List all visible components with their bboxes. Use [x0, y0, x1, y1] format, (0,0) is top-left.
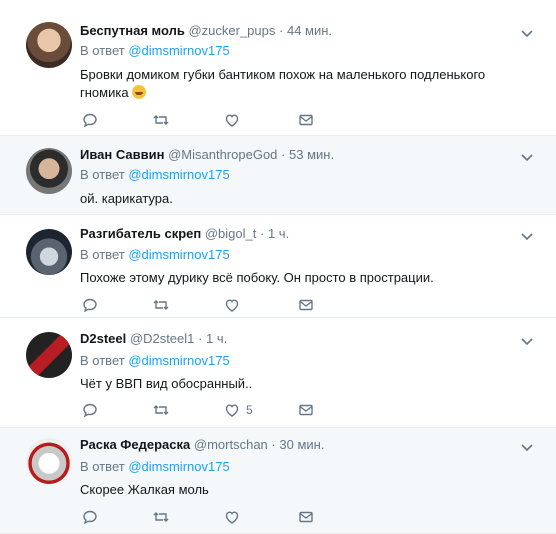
display-name[interactable]: Беспутная моль — [80, 23, 185, 38]
tweet-text: Чёт у ВВП вид обосранный.. — [80, 376, 253, 391]
timestamp[interactable]: 1 ч. — [268, 226, 289, 241]
reply-icon — [83, 510, 97, 525]
separator-dot: · — [260, 226, 265, 241]
retweet-button[interactable] — [152, 110, 170, 130]
separator-dot: · — [279, 23, 284, 38]
retweet-button[interactable] — [152, 295, 170, 315]
retweet-button[interactable] — [152, 507, 170, 527]
direct-message-icon — [299, 511, 313, 523]
like-icon — [225, 299, 239, 312]
user-handle[interactable]: @bigol_t — [205, 226, 257, 241]
user-handle[interactable]: @D2steel1 — [130, 331, 195, 346]
display-name[interactable]: Разгибатель скреп — [80, 226, 201, 241]
display-name[interactable]: Раска Федераска — [80, 437, 190, 452]
tweet-header: Раска Федераска @mortschan · 30 мин. — [80, 436, 324, 454]
tweet[interactable]: D2steel @D2steel1 · 1 ч. В ответ @dimsmi… — [0, 318, 556, 428]
direct-message-button[interactable] — [298, 295, 314, 315]
tweet[interactable]: Беспутная моль @zucker_pups · 44 мин. В … — [0, 0, 556, 136]
reply-prefix: В ответ — [80, 459, 125, 474]
reply-prefix: В ответ — [80, 43, 125, 58]
user-handle[interactable]: @MisanthropeGod — [168, 147, 277, 162]
user-handle[interactable]: @zucker_pups — [188, 23, 275, 38]
reply-context: В ответ @dimsmirnov175 — [80, 458, 230, 476]
reply-mention[interactable]: @dimsmirnov175 — [128, 167, 229, 182]
like-icon — [225, 511, 239, 524]
reply-mention[interactable]: @dimsmirnov175 — [128, 353, 229, 368]
retweet-icon — [153, 115, 169, 125]
direct-message-icon — [299, 299, 313, 311]
chevron-down-icon[interactable] — [520, 229, 534, 243]
reply-prefix: В ответ — [80, 247, 125, 262]
tweet-feed: Беспутная моль @zucker_pups · 44 мин. В … — [0, 0, 556, 534]
timestamp[interactable]: 53 мин. — [289, 147, 334, 162]
tweet-header: D2steel @D2steel1 · 1 ч. — [80, 330, 227, 348]
reply-icon — [83, 298, 97, 313]
tweet-text: Скорее Жалкая моль — [80, 482, 209, 497]
reply-button[interactable] — [82, 507, 98, 527]
retweet-icon — [153, 405, 169, 415]
laughing-crying-emoji — [132, 85, 147, 99]
tweet[interactable]: Разгибатель скреп @bigol_t · 1 ч. В отве… — [0, 215, 556, 318]
like-button[interactable] — [224, 295, 246, 315]
like-count: 5 — [246, 403, 253, 417]
separator-dot: · — [281, 147, 286, 162]
reply-mention[interactable]: @dimsmirnov175 — [128, 43, 229, 58]
separator-dot: · — [271, 437, 276, 452]
chevron-down-icon[interactable] — [520, 26, 534, 40]
tweet-header: Беспутная моль @zucker_pups · 44 мин. — [80, 22, 332, 40]
reply-prefix: В ответ — [80, 167, 125, 182]
chevron-down-icon[interactable] — [520, 440, 534, 454]
user-handle[interactable]: @mortschan — [194, 437, 268, 452]
direct-message-icon — [299, 114, 313, 126]
timestamp[interactable]: 1 ч. — [206, 331, 227, 346]
reply-button[interactable] — [82, 400, 98, 420]
display-name[interactable]: Иван Саввин — [80, 147, 164, 162]
reply-mention[interactable]: @dimsmirnov175 — [128, 459, 229, 474]
like-icon — [225, 114, 239, 127]
avatar[interactable] — [26, 22, 72, 68]
tweet-text: Бровки домиком губки бантиком похож на м… — [80, 66, 500, 102]
avatar[interactable] — [26, 148, 72, 194]
timestamp[interactable]: 44 мин. — [287, 23, 332, 38]
avatar[interactable] — [26, 438, 72, 484]
direct-message-button[interactable] — [298, 400, 314, 420]
reply-button[interactable] — [82, 110, 98, 130]
chevron-down-icon[interactable] — [520, 150, 534, 164]
reply-mention[interactable]: @dimsmirnov175 — [128, 247, 229, 262]
retweet-button[interactable] — [152, 400, 170, 420]
reply-prefix: В ответ — [80, 353, 125, 368]
direct-message-button[interactable] — [298, 110, 314, 130]
tweet-header: Разгибатель скреп @bigol_t · 1 ч. — [80, 225, 289, 243]
like-button[interactable]: 5 — [224, 400, 253, 420]
reply-context: В ответ @dimsmirnov175 — [80, 246, 230, 264]
tweet-header: Иван Саввин @MisanthropeGod · 53 мин. — [80, 146, 334, 164]
reply-icon — [83, 113, 97, 128]
retweet-icon — [153, 300, 169, 310]
direct-message-button[interactable] — [298, 507, 314, 527]
tweet-text: ой. карикатура. — [80, 191, 173, 206]
direct-message-icon — [299, 404, 313, 416]
reply-context: В ответ @dimsmirnov175 — [80, 42, 230, 60]
like-button[interactable] — [224, 110, 246, 130]
retweet-icon — [153, 512, 169, 522]
avatar[interactable] — [26, 229, 72, 275]
reply-context: В ответ @dimsmirnov175 — [80, 352, 230, 370]
reply-button[interactable] — [82, 295, 98, 315]
tweet-text: Похоже этому дурику всё побоку. Он прост… — [80, 270, 434, 285]
tweet[interactable]: Иван Саввин @MisanthropeGod · 53 мин. В … — [0, 136, 556, 215]
reply-icon — [83, 403, 97, 418]
like-button[interactable] — [224, 507, 246, 527]
display-name[interactable]: D2steel — [80, 331, 126, 346]
avatar[interactable] — [26, 332, 72, 378]
chevron-down-icon[interactable] — [520, 334, 534, 348]
separator-dot: · — [198, 331, 203, 346]
like-icon — [225, 404, 239, 417]
tweet[interactable]: Раска Федераска @mortschan · 30 мин. В о… — [0, 428, 556, 534]
reply-context: В ответ @dimsmirnov175 — [80, 166, 230, 184]
timestamp[interactable]: 30 мин. — [279, 437, 324, 452]
